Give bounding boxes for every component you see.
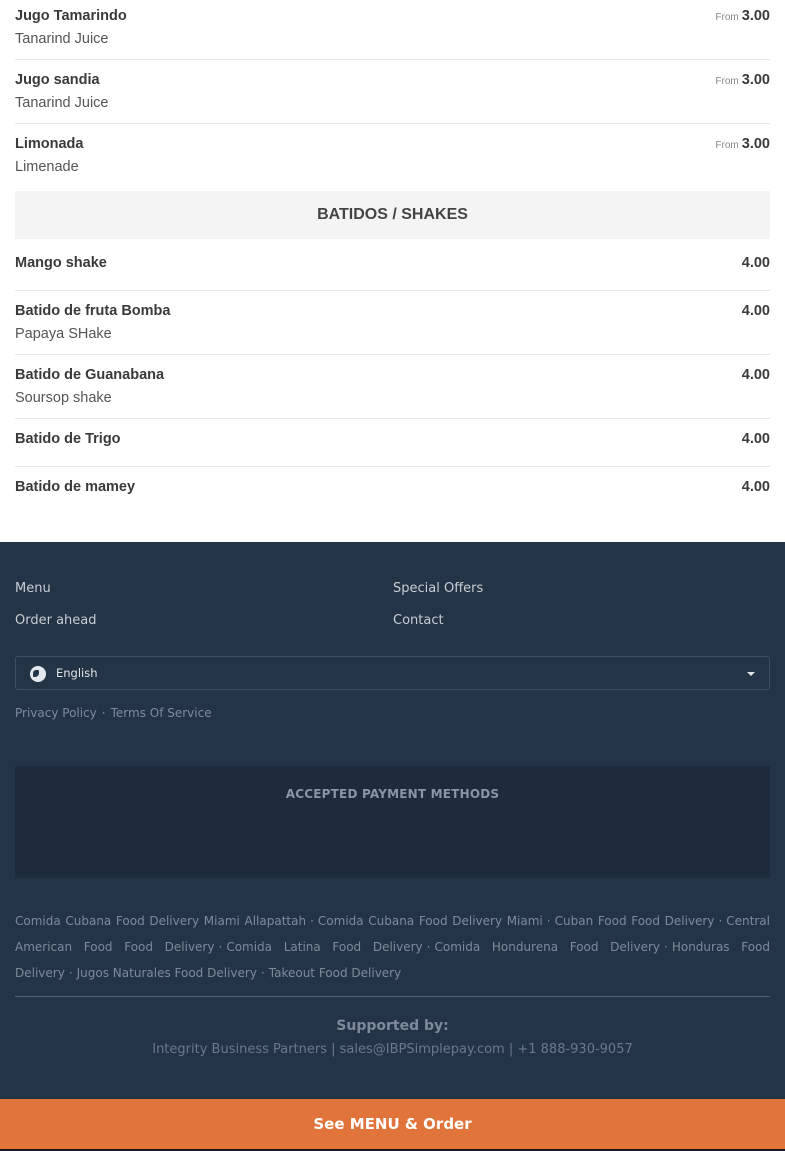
seo-link[interactable]: Comida Cubana Food Delivery Miami	[318, 914, 543, 928]
item-price: 4.00	[741, 367, 770, 383]
item-name: Batido de Trigo	[15, 431, 121, 447]
see-menu-order-button[interactable]: See MENU & Order	[0, 1099, 785, 1149]
footer-link-special-offers[interactable]: Special Offers	[393, 581, 483, 596]
privacy-policy-link[interactable]: Privacy Policy	[15, 706, 97, 720]
section-header-shakes: BATIDOS / SHAKES	[15, 191, 770, 239]
seo-link[interactable]: Comida Latina Food Delivery	[226, 940, 422, 954]
item-description: Tanarind Juice	[15, 31, 109, 47]
separator: ·	[546, 914, 551, 928]
item-description: Papaya SHake	[15, 326, 112, 342]
seo-link[interactable]: Takeout Food Delivery	[269, 966, 401, 980]
item-price: 3.00	[741, 8, 770, 24]
site-footer: Menu Special Offers Order ahead Contact …	[0, 542, 785, 1151]
legal-links: Privacy Policy · Terms Of Service	[15, 706, 212, 720]
seo-link[interactable]: Comida Hondurena Food Delivery	[434, 940, 660, 954]
separator: ·	[68, 966, 73, 980]
footer-link-menu[interactable]: Menu	[15, 581, 51, 596]
seo-link[interactable]: Jugos Naturales Food Delivery	[77, 966, 257, 980]
language-selected: English	[56, 666, 98, 680]
payment-methods-title: ACCEPTED PAYMENT METHODS	[285, 787, 500, 801]
item-price: 4.00	[741, 255, 770, 271]
menu-item-limonada[interactable]: Limonada Limenade From 3.00	[15, 124, 770, 191]
language-select[interactable]: English	[15, 656, 770, 690]
chevron-down-icon	[747, 672, 755, 676]
menu-item-batido-trigo[interactable]: Batido de Trigo 4.00	[15, 419, 770, 467]
item-price-wrap: From 3.00	[715, 136, 770, 152]
separator: ·	[218, 940, 223, 954]
separator: ·	[101, 706, 106, 720]
item-name: Jugo sandia	[15, 72, 100, 88]
from-label: From	[715, 12, 739, 23]
menu-item-batido-fruta-bomba[interactable]: Batido de fruta Bomba Papaya SHake 4.00	[15, 291, 770, 355]
terms-of-service-link[interactable]: Terms Of Service	[111, 706, 212, 720]
from-label: From	[715, 76, 739, 87]
item-price: 4.00	[741, 431, 770, 447]
support-contact: Integrity Business Partners | sales@IBPS…	[152, 1042, 633, 1057]
payment-methods-panel: ACCEPTED PAYMENT METHODS	[15, 766, 770, 878]
menu-item-jugo-tamarindo[interactable]: Jugo Tamarindo Tanarind Juice From 3.00	[15, 0, 770, 60]
item-name: Jugo Tamarindo	[15, 8, 127, 24]
footer-divider	[15, 996, 770, 997]
seo-links: Comida Cubana Food Delivery Miami Allapa…	[15, 908, 770, 986]
item-name: Batido de Guanabana	[15, 367, 165, 383]
item-price: 3.00	[741, 136, 770, 152]
item-price: 4.00	[741, 303, 770, 319]
footer-link-order-ahead[interactable]: Order ahead	[15, 613, 97, 628]
item-price-wrap: From 3.00	[715, 72, 770, 88]
seo-link[interactable]: Cuban Food Food Delivery	[555, 914, 715, 928]
item-description: Soursop shake	[15, 390, 112, 406]
separator: ·	[426, 940, 431, 954]
separator: ·	[664, 940, 668, 954]
globe-icon	[30, 666, 46, 682]
menu-item-mango-shake[interactable]: Mango shake 4.00	[15, 239, 770, 291]
menu-list: Jugo Tamarindo Tanarind Juice From 3.00 J…	[0, 0, 785, 527]
separator: ·	[718, 914, 723, 928]
menu-item-batido-guanabana[interactable]: Batido de Guanabana Soursop shake 4.00	[15, 355, 770, 419]
from-label: From	[715, 140, 739, 151]
item-price-wrap: From 3.00	[715, 8, 770, 24]
item-description: Tanarind Juice	[15, 95, 109, 111]
item-price: 3.00	[741, 72, 770, 88]
separator: ·	[310, 914, 314, 928]
item-name: Mango shake	[15, 255, 107, 271]
item-name: Batido de fruta Bomba	[15, 303, 171, 319]
menu-item-jugo-sandia[interactable]: Jugo sandia Tanarind Juice From 3.00	[15, 60, 770, 124]
item-description: Limenade	[15, 159, 79, 175]
menu-item-batido-mamey[interactable]: Batido de mamey 4.00	[15, 467, 770, 527]
footer-link-contact[interactable]: Contact	[393, 613, 444, 628]
item-name: Limonada	[15, 136, 84, 152]
seo-link[interactable]: Comida Cubana Food Delivery Miami Allapa…	[15, 914, 306, 928]
separator: ·	[260, 966, 265, 980]
item-name: Batido de mamey	[15, 479, 136, 495]
supported-by-label: Supported by:	[336, 1018, 449, 1034]
item-price: 4.00	[741, 479, 770, 495]
